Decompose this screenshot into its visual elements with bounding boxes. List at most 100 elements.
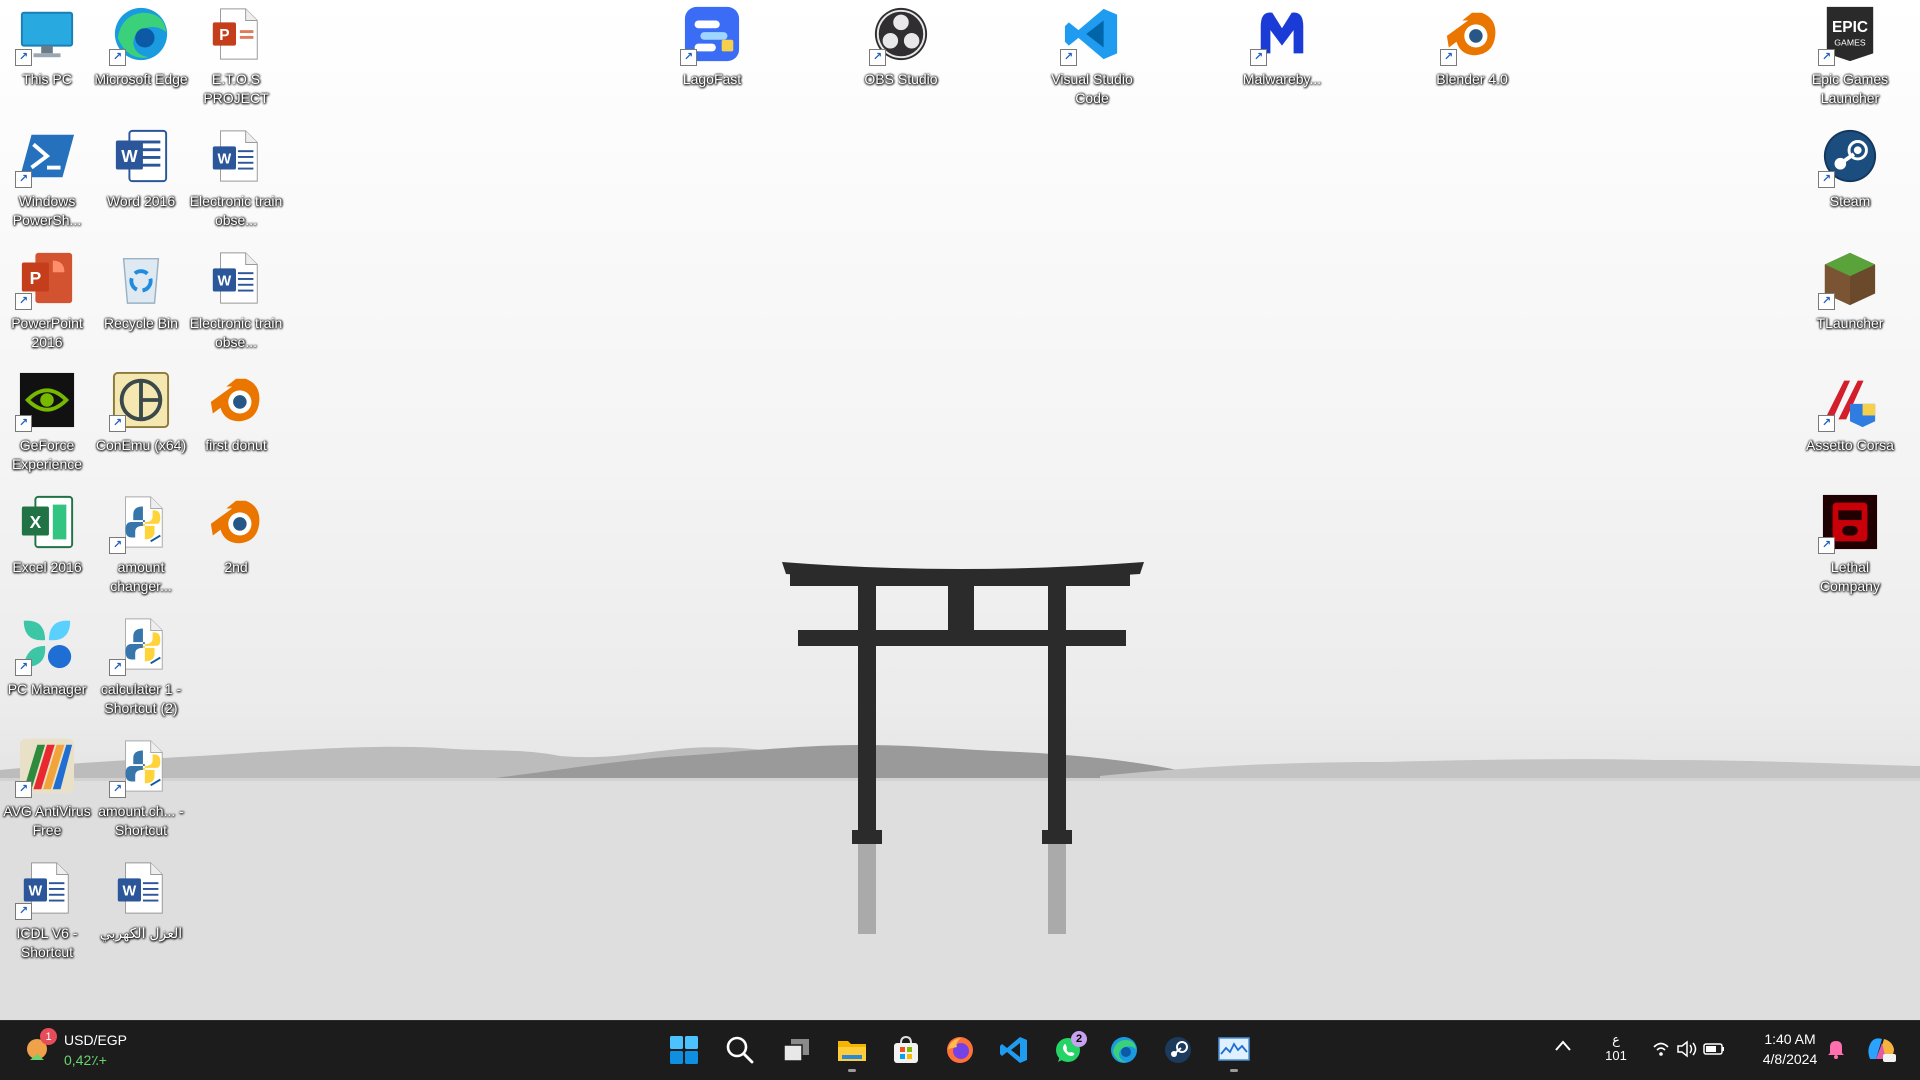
desktop-icon-powerpoint-13[interactable]: P ↗ PowerPoint 2016 (1, 248, 93, 352)
desktop-icon-assetto-corsa-20[interactable]: ↗ Assetto Corsa (1804, 370, 1896, 455)
firefox-icon (947, 1037, 973, 1063)
search-button[interactable] (718, 1028, 762, 1072)
shortcut-arrow-icon: ↗ (15, 659, 32, 676)
desktop-icon-word-file-29[interactable]: W ↗ ICDL V6 - Shortcut (1, 858, 93, 962)
file-explorer-button[interactable] (830, 1028, 874, 1072)
steam-taskbar-button[interactable] (1156, 1028, 1200, 1072)
shortcut-arrow-icon: ↗ (1818, 49, 1835, 66)
powerpoint-file-icon: P (206, 4, 266, 64)
edge-icon (1111, 1037, 1137, 1063)
desktop-icon-malwarebytes-6[interactable]: ↗ Malwareby... (1236, 4, 1328, 89)
powershell-icon: ↗ (15, 126, 77, 188)
copilot-button[interactable] (1864, 1035, 1896, 1066)
input-language-button[interactable]: ع 101 (1604, 1032, 1628, 1064)
widgets-button[interactable]: 1 USD/EGP 0,42٪+ (20, 1026, 160, 1074)
desktop-icon-pc-manager-25[interactable]: ↗ PC Manager (1, 614, 93, 699)
steam-icon: ↗ (1818, 126, 1880, 188)
edge-taskbar-button[interactable] (1102, 1028, 1146, 1072)
shortcut-arrow-icon: ↗ (1818, 537, 1835, 554)
shortcut-arrow-icon: ↗ (1818, 415, 1835, 432)
bell-icon (1828, 1041, 1844, 1059)
desktop-icon-label: ICDL V6 - Shortcut (16, 925, 78, 960)
desktop-icon-word-file-11[interactable]: W Electronic train obse... (190, 126, 282, 230)
desktop-icon-lethal-company-24[interactable]: ↗ Lethal Company (1804, 492, 1896, 596)
desktop-icon-powershell-9[interactable]: ↗ Windows PowerSh... (1, 126, 93, 230)
svg-text:GAMES: GAMES (1834, 38, 1866, 48)
svg-text:P: P (30, 268, 42, 288)
whatsapp-notification-badge: 2 (1071, 1031, 1087, 1047)
word-file-icon: W (206, 248, 266, 308)
desktop-icon-word-file-15[interactable]: W Electronic train obse... (190, 248, 282, 352)
desktop-icon-this-pc-0[interactable]: ↗ This PC (1, 4, 93, 89)
shortcut-arrow-icon: ↗ (15, 171, 32, 188)
desktop-icon-label: Visual Studio Code (1051, 71, 1133, 106)
widget-title: USD/EGP (64, 1032, 128, 1048)
svg-text:W: W (121, 146, 138, 166)
desktop-icon-label: E.T.O.S PROJECT (203, 71, 269, 106)
svg-text:W: W (218, 152, 232, 168)
desktop-icon-label: LagoFast (682, 71, 742, 87)
desktop-icon-excel-21[interactable]: X Excel 2016 (1, 492, 93, 577)
blender-icon: ↗ (1440, 4, 1502, 66)
desktop-icon-epic-games-8[interactable]: EPIC GAMES ↗ Epic Games Launcher (1804, 4, 1896, 108)
desktop-icon-label: Steam (1829, 193, 1871, 209)
blender-file-icon (206, 370, 266, 430)
shortcut-arrow-icon: ↗ (1818, 293, 1835, 310)
desktop-icon-recycle-bin-14[interactable]: Recycle Bin (95, 248, 187, 333)
desktop-icon-edge-1[interactable]: ↗ Microsoft Edge (94, 4, 188, 89)
shortcut-arrow-icon: ↗ (680, 49, 697, 66)
desktop-icon-python-file-26[interactable]: ↗ calculater 1 - Shortcut (2) (95, 614, 187, 718)
clock-time[interactable]: 1:40 AM (1754, 1031, 1826, 1047)
desktop-icon-word-file-30[interactable]: W العزل الكهربي (95, 858, 187, 943)
firefox-button[interactable] (938, 1028, 982, 1072)
desktop-icon-label: calculater 1 - Shortcut (2) (100, 681, 182, 716)
desktop-icon-obs-4[interactable]: ↗ OBS Studio (855, 4, 947, 89)
desktop-icon-vscode-5[interactable]: ↗ Visual Studio Code (1046, 4, 1138, 108)
epic-games-icon: EPIC GAMES ↗ (1818, 4, 1880, 66)
desktop-icon-label: This PC (22, 71, 72, 87)
clock-date[interactable]: 4/8/2024 (1750, 1051, 1830, 1067)
start-button[interactable] (662, 1028, 706, 1072)
desktop-icon-python-file-22[interactable]: ↗ amount changer... (95, 492, 187, 596)
lethal-company-icon: ↗ (1818, 492, 1880, 554)
widget-notification-badge: 1 (40, 1028, 57, 1045)
task-manager-button[interactable] (1212, 1028, 1256, 1072)
vscode-taskbar-button[interactable] (992, 1028, 1036, 1072)
desktop-icon-lagofast-3[interactable]: ↗ LagoFast (666, 4, 758, 89)
desktop-icon-label: Windows PowerSh... (12, 193, 82, 228)
svg-text:W: W (123, 884, 137, 900)
desktop-icon-tlauncher-16[interactable]: ↗ TLauncher (1804, 248, 1896, 333)
desktop-icon-label: 2nd (224, 559, 248, 575)
shortcut-arrow-icon: ↗ (869, 49, 886, 66)
notification-center-button[interactable] (1827, 1039, 1845, 1062)
desktop-icon-conemu-18[interactable]: ↗ ConEmu (x64) (95, 370, 187, 455)
desktop-icon-label: Lethal Company (1820, 559, 1880, 594)
vscode-icon: ↗ (1060, 4, 1122, 66)
desktop-icon-powerpoint-file-2[interactable]: P E.T.O.S PROJECT (190, 4, 282, 108)
desktop-icon-label: Electronic train obse... (189, 193, 283, 228)
desktop-icon-label: Blender 4.0 (1436, 71, 1508, 87)
microsoft-store-button[interactable] (884, 1028, 928, 1072)
desktop-icon-steam-12[interactable]: ↗ Steam (1804, 126, 1896, 211)
desktop-icon-blender-file-23[interactable]: 2nd (190, 492, 282, 577)
tlauncher-icon: ↗ (1818, 248, 1880, 310)
desktop-icon-word-10[interactable]: W Word 2016 (95, 126, 187, 211)
desktop-icon-blender-file-19[interactable]: first donut (190, 370, 282, 455)
whatsapp-button[interactable]: 2 (1046, 1028, 1090, 1072)
chevron-up-icon (1555, 1040, 1571, 1051)
desktop-icon-blender-7[interactable]: ↗ Blender 4.0 (1426, 4, 1518, 89)
network-volume-battery-button[interactable] (1652, 1040, 1726, 1061)
store-icon (894, 1035, 918, 1063)
python-file-icon: ↗ (109, 614, 171, 676)
show-hidden-icons-button[interactable] (1554, 1039, 1572, 1056)
desktop-icon-label: PowerPoint 2016 (11, 315, 83, 350)
task-manager-icon (1218, 1037, 1250, 1061)
shortcut-arrow-icon: ↗ (15, 903, 32, 920)
desktop-icon-avg-27[interactable]: ↗ AVG AntiVirus Free (1, 736, 93, 840)
desktop-icon-geforce-17[interactable]: ↗ GeForce Experience (1, 370, 93, 474)
geforce-icon: ↗ (15, 370, 77, 432)
avg-icon: ↗ (15, 736, 77, 798)
task-view-button[interactable] (774, 1028, 818, 1072)
powerpoint-icon: P ↗ (15, 248, 77, 310)
desktop-icon-python-file-28[interactable]: ↗ amount.ch... - Shortcut (95, 736, 187, 840)
